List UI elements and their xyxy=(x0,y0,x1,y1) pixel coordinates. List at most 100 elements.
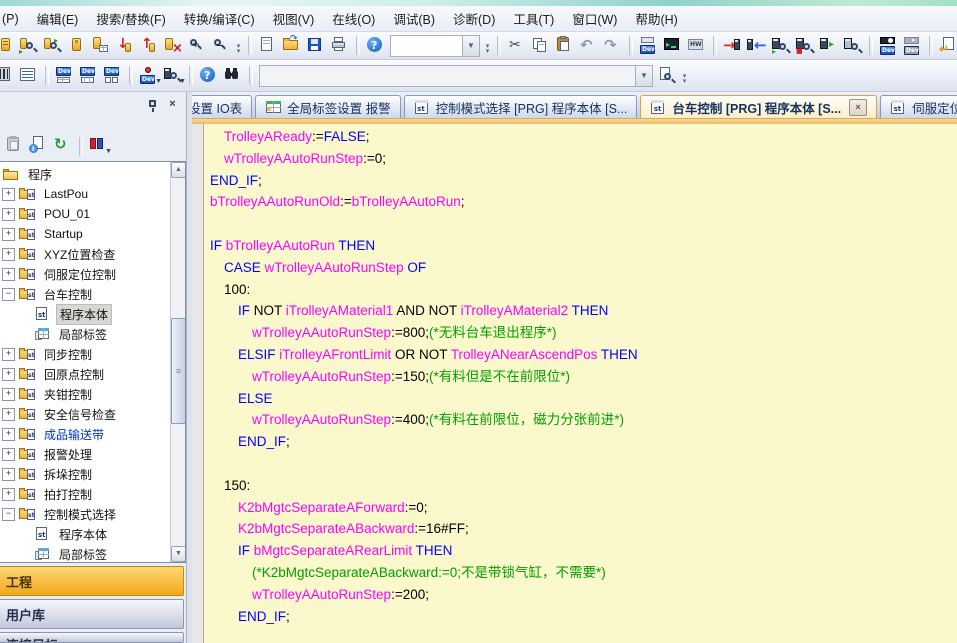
tree-item-14[interactable]: +st报警处理 xyxy=(0,444,171,464)
statement-list-button[interactable] xyxy=(18,65,40,87)
tree-item-6[interactable]: −st台车控制 xyxy=(0,284,171,304)
menu-item-7[interactable]: 诊断(D) xyxy=(444,6,504,31)
paste-data-button[interactable] xyxy=(4,135,26,157)
device-display-button[interactable]: Dev xyxy=(638,35,660,57)
device-comment-button[interactable]: Dev xyxy=(54,65,76,87)
monitor-terminal-button[interactable]: ▸ xyxy=(662,35,684,57)
toolbar-overflow-button[interactable]: ▾▾ xyxy=(233,34,244,57)
project-search-combo[interactable]: ▼ xyxy=(390,35,480,57)
menu-item-10[interactable]: 帮助(H) xyxy=(626,6,686,31)
tree-item-9[interactable]: +st同步控制 xyxy=(0,344,171,364)
tab-1[interactable]: 全局标签设置 报警 xyxy=(255,95,400,118)
toolbar-overflow-button[interactable]: ▾▾ xyxy=(679,64,690,87)
device-batch-monitor-button[interactable]: ▼ xyxy=(162,65,184,87)
tree-expand-toggle[interactable]: + xyxy=(2,448,15,461)
find-label-prev-button[interactable]: ▸ xyxy=(42,35,64,57)
dropdown-arrow-icon[interactable]: ▼ xyxy=(179,78,186,85)
menu-item-3[interactable]: 转换/编译(C) xyxy=(175,6,264,31)
sort-filter-button[interactable]: ▼ xyxy=(88,135,110,157)
menu-item-8[interactable]: 工具(T) xyxy=(504,6,563,31)
scroll-up-icon[interactable]: ▲ xyxy=(171,162,186,178)
delete-label-button[interactable]: × xyxy=(162,35,184,57)
scroll-thumb[interactable]: ≡ xyxy=(171,318,186,424)
menu-item-2[interactable]: 搜索/替换(F) xyxy=(87,6,174,31)
tree-item-18[interactable]: st程序本体 xyxy=(0,524,171,544)
monitor-start-button[interactable]: ▸ xyxy=(770,35,792,57)
toolbar-overflow-button[interactable]: ▾▾ xyxy=(482,34,493,57)
read-from-plc-button[interactable]: ← xyxy=(746,35,768,57)
watch-stop-button[interactable] xyxy=(842,35,864,57)
tree-item-11[interactable]: +st夹钳控制 xyxy=(0,384,171,404)
zoom-out-button[interactable]: − xyxy=(210,35,232,57)
tree-expand-toggle[interactable]: + xyxy=(2,428,15,441)
watch-window-button[interactable]: Dev▼ xyxy=(138,65,160,87)
print-button[interactable] xyxy=(329,35,351,57)
st-code-editor[interactable]: TrolleyAReady:=FALSE;wTrolleyAAutoRunSte… xyxy=(192,124,957,643)
combo-dropdown-icon[interactable]: ▼ xyxy=(462,36,479,56)
monitor-stop-button[interactable]: ■ xyxy=(794,35,816,57)
device-initial-value-button[interactable]: Dev xyxy=(102,65,124,87)
dropdown-arrow-icon[interactable]: ▼ xyxy=(105,148,112,155)
verify-button[interactable]: ↵ xyxy=(938,35,957,57)
tree-item-16[interactable]: +st拍打控制 xyxy=(0,484,171,504)
tree-item-5[interactable]: +st伺服定位控制 xyxy=(0,264,171,284)
zoom-in-button[interactable]: + xyxy=(186,35,208,57)
copy-button[interactable] xyxy=(530,35,552,57)
tree-item-2[interactable]: +stPOU_01 xyxy=(0,204,171,224)
combo-dropdown-icon[interactable]: ▼ xyxy=(635,66,652,86)
write-label-to-device-button[interactable]: ↑ xyxy=(138,35,160,57)
new-project-button[interactable] xyxy=(257,35,279,57)
paste-button[interactable] xyxy=(554,35,576,57)
label-list-button[interactable] xyxy=(90,35,112,57)
tab-4[interactable]: st伺服定位控制 [PR xyxy=(880,95,957,118)
tree-item-7[interactable]: st程序本体 xyxy=(0,304,171,324)
open-project-button[interactable]: ↷ xyxy=(281,35,303,57)
tree-item-4[interactable]: +stXYZ位置检查 xyxy=(0,244,171,264)
tab-0[interactable]: 设置 IO表 xyxy=(192,95,252,118)
close-pane-button[interactable]: × xyxy=(164,97,181,113)
help-button[interactable]: ? xyxy=(198,65,220,87)
tab-close-button[interactable]: × xyxy=(849,99,867,116)
data-check-button[interactable]: i xyxy=(28,135,50,157)
write-to-plc-button[interactable]: → xyxy=(722,35,744,57)
menu-item-1[interactable]: 编辑(E) xyxy=(28,6,88,31)
tree-item-17[interactable]: −st控制模式选择 xyxy=(0,504,171,524)
tree-item-1[interactable]: +stLastPou xyxy=(0,184,171,204)
menu-item-5[interactable]: 在线(O) xyxy=(323,6,384,31)
menu-item-6[interactable]: 调试(B) xyxy=(384,6,444,31)
tree-expand-toggle[interactable]: − xyxy=(2,288,15,301)
read-label-from-device-button[interactable]: ↓ xyxy=(114,35,136,57)
undo-button[interactable]: ↶ xyxy=(578,35,600,57)
new-label-button[interactable] xyxy=(66,35,88,57)
tree-item-10[interactable]: +st回原点控制 xyxy=(0,364,171,384)
tree-item-15[interactable]: +st拆垛控制 xyxy=(0,464,171,484)
tree-expand-toggle[interactable]: − xyxy=(2,508,15,521)
tree-item-0[interactable]: 程序 xyxy=(0,164,171,184)
tree-expand-toggle[interactable]: + xyxy=(2,388,15,401)
find-label-next-button[interactable]: ▸ xyxy=(18,35,40,57)
redo-button[interactable]: ↷ xyxy=(602,35,624,57)
tree-item-8[interactable]: 局部标签 xyxy=(0,324,171,344)
tree-expand-toggle[interactable]: + xyxy=(2,468,15,481)
tree-expand-toggle[interactable]: + xyxy=(2,408,15,421)
menu-item-9[interactable]: 窗口(W) xyxy=(563,6,626,31)
navigator-project-button[interactable]: 工程 xyxy=(0,566,184,596)
dropdown-arrow-icon[interactable]: ▼ xyxy=(155,78,162,85)
tab-2[interactable]: st控制模式选择 [PRG] 程序本体 [S... xyxy=(404,95,638,118)
update-data-button[interactable]: ↻ xyxy=(52,135,74,157)
pin-button[interactable] xyxy=(144,97,161,113)
tree-expand-toggle[interactable]: + xyxy=(2,368,15,381)
device-test-on-button[interactable]: Dev xyxy=(878,35,900,57)
find-button[interactable] xyxy=(222,65,244,87)
tree-expand-toggle[interactable]: + xyxy=(2,208,15,221)
module-configuration-button[interactable] xyxy=(0,65,16,87)
tree-item-19[interactable]: 局部标签 xyxy=(0,544,171,562)
tree-expand-toggle[interactable]: + xyxy=(2,268,15,281)
tree-expand-toggle[interactable]: + xyxy=(2,248,15,261)
tree-scrollbar[interactable]: ▲ ≡ ▼ xyxy=(170,162,185,562)
tree-item-3[interactable]: +stStartup xyxy=(0,224,171,244)
watch-start-button[interactable]: ▸ xyxy=(818,35,840,57)
navigator-user-library-button[interactable]: 用户库 xyxy=(0,599,184,629)
scroll-down-icon[interactable]: ▼ xyxy=(171,546,186,562)
help-button[interactable]: ? xyxy=(365,35,387,57)
